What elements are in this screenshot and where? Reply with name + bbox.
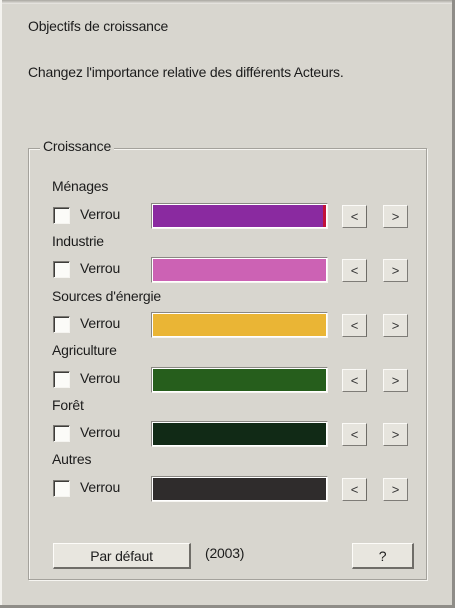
window-top-border	[0, 0, 455, 4]
default-button[interactable]: Par défaut	[53, 543, 191, 569]
category-label: Industrie	[52, 233, 104, 249]
increase-button[interactable]: >	[383, 205, 408, 228]
lock-label[interactable]: Verrou	[80, 424, 120, 440]
decrease-button[interactable]: <	[342, 369, 367, 392]
growth-bar-fill	[153, 205, 326, 227]
growth-bar	[151, 476, 328, 502]
increase-button[interactable]: >	[383, 369, 408, 392]
growth-group-legend: Croissance	[40, 138, 115, 154]
decrease-button[interactable]: <	[342, 478, 367, 501]
lock-label[interactable]: Verrou	[80, 260, 120, 276]
growth-bar	[151, 312, 328, 338]
lock-label[interactable]: Verrou	[80, 206, 120, 222]
decrease-button[interactable]: <	[342, 205, 367, 228]
window-left-edge	[0, 0, 2, 608]
lock-checkbox[interactable]	[53, 371, 70, 388]
page-description: Changez l'importance relative des différ…	[28, 64, 344, 80]
growth-bar-fill	[153, 423, 326, 445]
lock-checkbox[interactable]	[53, 261, 70, 278]
category-label: Ménages	[52, 178, 109, 194]
growth-bar-fill	[153, 369, 326, 391]
lock-label[interactable]: Verrou	[80, 479, 120, 495]
lock-checkbox[interactable]	[53, 480, 70, 497]
growth-bar-fill	[153, 259, 326, 281]
decrease-button[interactable]: <	[342, 259, 367, 282]
decrease-button[interactable]: <	[342, 423, 367, 446]
category-label: Forêt	[52, 397, 84, 413]
increase-button[interactable]: >	[383, 423, 408, 446]
category-label: Sources d'énergie	[52, 288, 162, 304]
lock-checkbox[interactable]	[53, 207, 70, 224]
growth-bar	[151, 203, 328, 229]
lock-checkbox[interactable]	[53, 316, 70, 333]
category-label: Autres	[52, 451, 92, 467]
growth-bar	[151, 367, 328, 393]
growth-bar	[151, 421, 328, 447]
category-label: Agriculture	[52, 342, 117, 358]
page-title: Objectifs de croissance	[28, 18, 169, 34]
growth-bar-fill	[153, 478, 326, 500]
growth-bar-fill	[153, 314, 326, 336]
lock-label[interactable]: Verrou	[80, 370, 120, 386]
decrease-button[interactable]: <	[342, 314, 367, 337]
lock-label[interactable]: Verrou	[80, 315, 120, 331]
year-label: (2003)	[205, 545, 245, 561]
growth-bar-marker	[323, 205, 326, 227]
lock-checkbox[interactable]	[53, 425, 70, 442]
increase-button[interactable]: >	[383, 478, 408, 501]
increase-button[interactable]: >	[383, 259, 408, 282]
increase-button[interactable]: >	[383, 314, 408, 337]
growth-bar	[151, 257, 328, 283]
help-button[interactable]: ?	[352, 543, 414, 569]
